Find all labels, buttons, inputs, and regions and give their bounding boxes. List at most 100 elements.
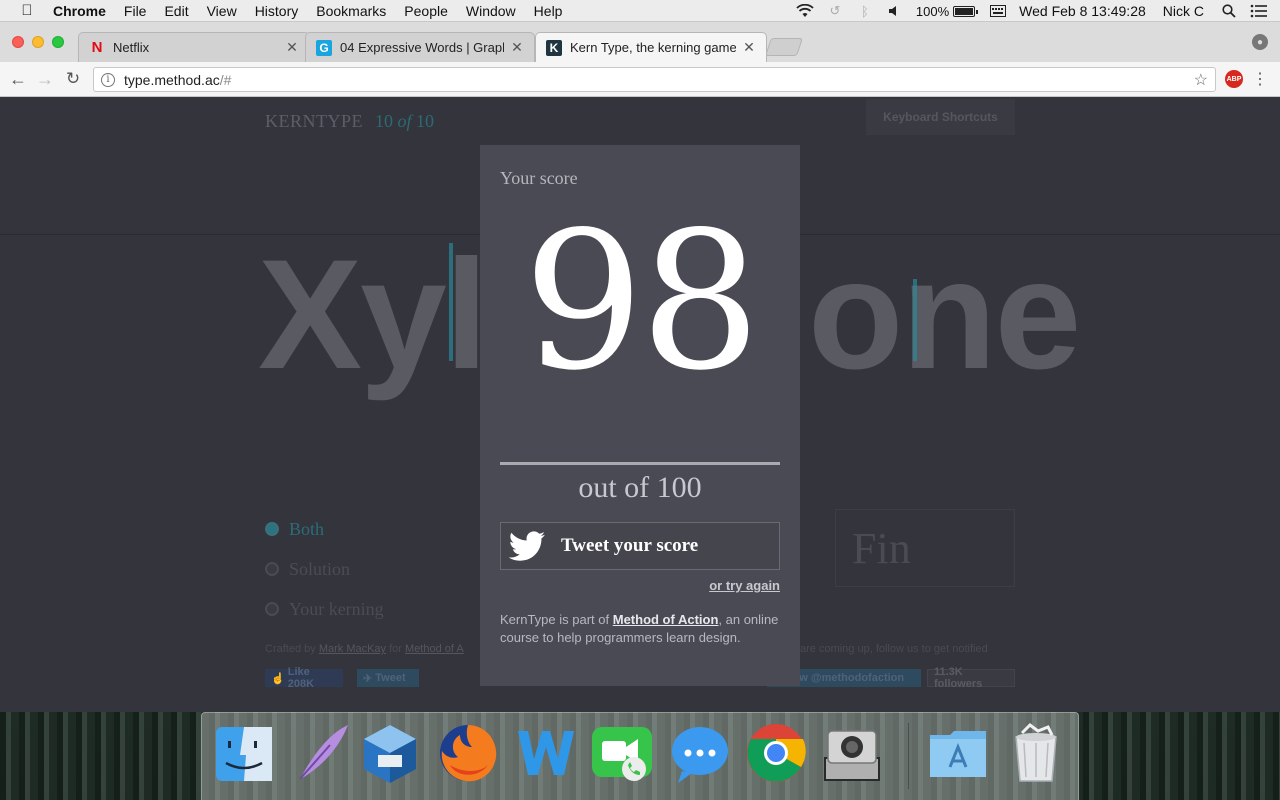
dock-separator <box>908 723 909 789</box>
url-path: /# <box>219 71 232 88</box>
modal-blurb: KernType is part of Method of Action, an… <box>500 611 780 647</box>
new-tab-button[interactable] <box>765 38 803 56</box>
tab-kern-type[interactable]: K Kern Type, the kerning game ✕ <box>535 32 767 62</box>
trash-icon[interactable] <box>1004 721 1068 785</box>
menu-app-name[interactable]: Chrome <box>53 3 106 19</box>
kerntype-logo[interactable]: KERNTYPE <box>265 111 363 132</box>
tab-title: Netflix <box>113 40 150 55</box>
close-tab-icon[interactable]: ✕ <box>285 39 299 56</box>
adblock-plus-icon[interactable]: ABP <box>1225 70 1243 88</box>
menu-window[interactable]: Window <box>466 3 516 19</box>
menubar-clock[interactable]: Wed Feb 8 13:49:28 <box>1019 3 1146 19</box>
site-info-icon[interactable]: i <box>101 72 115 87</box>
applications-folder-icon[interactable] <box>926 721 990 785</box>
tweet-score-button[interactable]: Tweet your score <box>500 522 780 570</box>
facebook-like-button[interactable]: ☝ Like 208K <box>265 666 343 690</box>
reload-icon[interactable]: ↻ <box>62 68 84 90</box>
chrome-menu-icon[interactable]: ⋮ <box>1252 69 1268 89</box>
close-window-button[interactable] <box>12 36 24 48</box>
radio-icon[interactable] <box>265 602 279 616</box>
option-both[interactable]: Both <box>265 509 384 549</box>
blurb-text-pre: KernType is part of <box>500 612 613 627</box>
image-capture-icon[interactable] <box>820 721 884 785</box>
netflix-favicon-icon: N <box>91 39 103 56</box>
menu-people[interactable]: People <box>404 3 448 19</box>
input-menu-icon[interactable] <box>989 4 1007 18</box>
zoom-window-button[interactable] <box>52 36 64 48</box>
tab-netflix[interactable]: N Netflix ✕ <box>78 32 310 62</box>
score-modal: Your score 98 out of 100 Tweet your scor… <box>480 145 800 686</box>
footer-author-link[interactable]: Mark MacKay <box>319 643 386 655</box>
apple-menu-icon[interactable]:  <box>17 2 37 19</box>
menu-history[interactable]: History <box>255 3 299 19</box>
back-arrow-icon[interactable]: ← <box>7 68 29 90</box>
firefox-icon[interactable] <box>436 721 500 785</box>
notification-center-icon[interactable] <box>1250 4 1268 18</box>
menubar-user[interactable]: Nick C <box>1163 3 1204 19</box>
keyboard-shortcuts-button[interactable]: Keyboard Shortcuts <box>866 99 1015 135</box>
followers-count: 11.3K followers <box>927 666 1015 690</box>
tab-expressive-words[interactable]: G 04 Expressive Words | Graphic ✕ <box>305 32 535 62</box>
try-again-link[interactable]: or try again <box>709 578 780 593</box>
level-total: 10 <box>416 111 435 131</box>
virtualbox-icon[interactable] <box>358 721 422 785</box>
facetime-icon[interactable] <box>590 721 654 785</box>
view-options: Both Solution Your kerning <box>265 509 384 629</box>
menu-file[interactable]: File <box>124 3 147 19</box>
browser-toolbar: ← → ↻ i type.method.ac/# ☆ ABP ⋮ <box>0 62 1280 97</box>
spotlight-search-icon[interactable] <box>1220 4 1238 18</box>
option-solution[interactable]: Solution <box>265 549 384 589</box>
footer-crafted: Crafted by <box>265 643 316 655</box>
wifi-icon[interactable] <box>796 4 814 18</box>
method-of-action-link[interactable]: Method of Action <box>613 612 719 627</box>
footer-notify-text: are coming up, follow us to get notified <box>800 643 988 655</box>
chrome-icon[interactable] <box>744 721 808 785</box>
thumbs-up-icon: ☝ <box>271 672 288 685</box>
your-score-label: Your score <box>500 168 578 188</box>
quill-app-icon[interactable] <box>290 721 354 785</box>
menu-help[interactable]: Help <box>534 3 563 19</box>
close-tab-icon[interactable]: ✕ <box>510 39 524 56</box>
time-machine-icon[interactable]: ↺ <box>826 3 844 18</box>
tab-title: Kern Type, the kerning game <box>570 40 736 55</box>
option-your-kerning[interactable]: Your kerning <box>265 589 384 629</box>
fin-button[interactable]: Fin <box>835 509 1015 587</box>
twitter-bird-icon: ✈ <box>363 672 376 685</box>
volume-icon[interactable] <box>886 4 904 18</box>
close-tab-icon[interactable]: ✕ <box>742 39 756 56</box>
tweet-button-small[interactable]: ✈ Tweet <box>357 669 419 687</box>
finder-icon[interactable] <box>212 721 276 785</box>
minimize-window-button[interactable] <box>32 36 44 48</box>
solution-overlay-mark <box>449 243 453 361</box>
tab-title: 04 Expressive Words | Graphic <box>340 40 504 55</box>
address-bar[interactable]: i type.method.ac/# ☆ <box>93 67 1216 92</box>
kerntype-favicon-icon: K <box>546 39 562 56</box>
bluetooth-icon[interactable]: ᛒ <box>856 4 874 19</box>
battery-icon <box>953 5 979 17</box>
footer-for: for <box>389 643 402 655</box>
messages-icon[interactable] <box>668 721 732 785</box>
tab-strip: N Netflix ✕ G 04 Expressive Words | Grap… <box>0 22 1280 62</box>
menu-edit[interactable]: Edit <box>164 3 188 19</box>
footer-credits: Crafted by Mark MacKay for Method of A <box>265 643 464 655</box>
solution-overlay-mark <box>913 279 917 361</box>
bookmark-star-icon[interactable]: ☆ <box>1194 70 1208 90</box>
menubar:  Chrome File Edit View History Bookmark… <box>0 0 1280 22</box>
tweet-score-label: Tweet your score <box>561 535 699 556</box>
level-progress: 10 of 10 <box>375 111 434 132</box>
option-label: Your kerning <box>289 598 384 619</box>
radio-selected-icon[interactable] <box>265 522 279 536</box>
footer-method-link[interactable]: Method of A <box>405 643 464 655</box>
menu-bookmarks[interactable]: Bookmarks <box>316 3 386 19</box>
score-value: 98 <box>523 191 761 412</box>
graphic-favicon-icon: G <box>316 39 332 56</box>
menu-view[interactable]: View <box>207 3 237 19</box>
battery-status[interactable]: 100% <box>915 3 979 19</box>
radio-icon[interactable] <box>265 562 279 576</box>
forward-arrow-icon[interactable]: → <box>34 68 56 90</box>
url-host: type.method.ac <box>124 71 220 88</box>
battery-percent: 100% <box>915 3 950 19</box>
word-icon[interactable] <box>514 721 578 785</box>
option-label: Both <box>289 518 325 539</box>
profile-avatar-icon[interactable]: ● <box>1252 34 1268 50</box>
